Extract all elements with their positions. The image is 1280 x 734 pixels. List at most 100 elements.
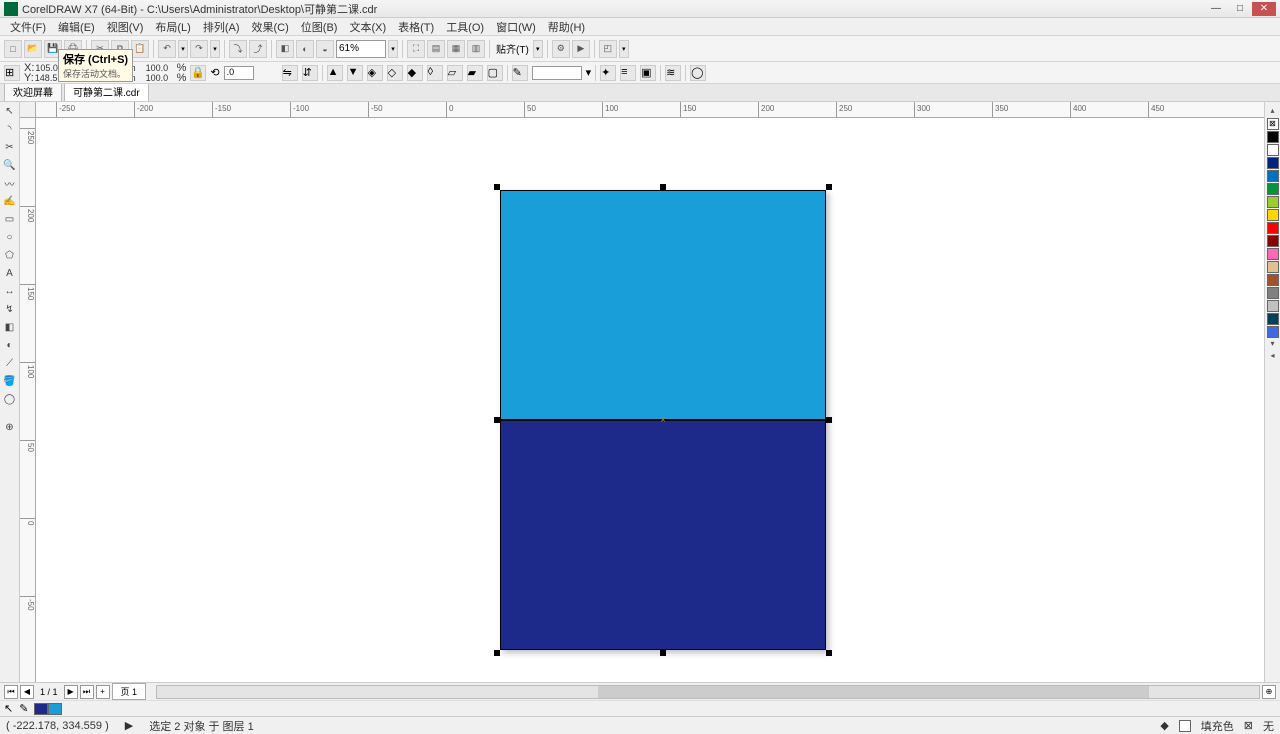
mirror-h-button[interactable]: ⇋ — [282, 65, 298, 81]
snap-label[interactable]: 贴齐(T) — [494, 41, 531, 56]
selection-handle-tc[interactable] — [660, 184, 666, 190]
group-button[interactable]: ▣ — [640, 65, 656, 81]
zoom-tool[interactable]: 🔍 — [1, 156, 19, 174]
selection-handle-mr[interactable] — [826, 417, 832, 423]
bottom-rectangle-shape[interactable] — [500, 420, 826, 650]
object-fill-swatch-1[interactable] — [34, 703, 48, 715]
intersect-button[interactable]: ◆ — [407, 65, 423, 81]
weld-button[interactable]: ◈ — [367, 65, 383, 81]
outline-pen-button[interactable]: ✎ — [512, 65, 528, 81]
connector-tool[interactable]: ↯ — [1, 300, 19, 318]
grid-button[interactable]: ▦ — [447, 40, 465, 58]
color-swatch-3[interactable] — [1267, 170, 1279, 182]
maximize-button[interactable]: □ — [1228, 2, 1252, 16]
corel-button[interactable]: ◐ — [296, 40, 314, 58]
mirror-v-button[interactable]: ⇵ — [302, 65, 318, 81]
hint-button[interactable]: ◰ — [599, 40, 617, 58]
menu-f[interactable]: 文件(F) — [4, 17, 52, 37]
edit-fill-button[interactable]: ◯ — [690, 65, 706, 81]
color-swatch-4[interactable] — [1267, 183, 1279, 195]
color-swatch-12[interactable] — [1267, 287, 1279, 299]
scale-y-input[interactable]: 100.0 — [146, 73, 176, 83]
guides-button[interactable]: ▥ — [467, 40, 485, 58]
zoom-dropdown[interactable]: ▾ — [388, 40, 398, 58]
color-swatch-5[interactable] — [1267, 196, 1279, 208]
eyedropper-tool[interactable]: ⟋ — [1, 354, 19, 372]
outline-tool[interactable]: ◯ — [1, 390, 19, 408]
doc-tab-0[interactable]: 欢迎屏幕 — [4, 81, 62, 101]
menu-e[interactable]: 编辑(E) — [52, 17, 101, 37]
add-page-button[interactable]: + — [96, 685, 110, 699]
parallel-dim-tool[interactable]: ↔ — [1, 282, 19, 300]
ellipse-tool[interactable]: ○ — [1, 228, 19, 246]
selection-handle-tl[interactable] — [494, 184, 500, 190]
page-tab-1[interactable]: 页 1 — [112, 683, 147, 700]
zoom-level-input[interactable]: 61% — [336, 40, 386, 58]
color-swatch-2[interactable] — [1267, 157, 1279, 169]
lock-ratio-button[interactable]: 🔒 — [190, 65, 206, 81]
quick-customize-button[interactable]: ⊕ — [1, 418, 19, 436]
selection-handle-tr[interactable] — [826, 184, 832, 190]
scale-x-input[interactable]: 100.0 — [146, 63, 176, 73]
redo-dropdown[interactable]: ▾ — [210, 40, 220, 58]
back-minus-front-button[interactable]: ▰ — [467, 65, 483, 81]
text-tool[interactable]: A — [1, 264, 19, 282]
redo-button[interactable]: ↷ — [190, 40, 208, 58]
undo-button[interactable]: ↶ — [158, 40, 176, 58]
publish-button[interactable]: ◧ — [276, 40, 294, 58]
no-fill-swatch[interactable]: ⊠ — [1267, 118, 1279, 130]
rulers-button[interactable]: ▤ — [427, 40, 445, 58]
palette-flyout-arrow[interactable]: ◂ — [1270, 351, 1274, 363]
selection-handle-bl[interactable] — [494, 650, 500, 656]
horizontal-ruler[interactable]: -250-200-150-100-50050100150200250300350… — [36, 102, 1264, 118]
fill-swatch[interactable] — [1179, 720, 1191, 732]
artistic-tool[interactable]: ✍ — [1, 192, 19, 210]
open-button[interactable]: 📂 — [24, 40, 42, 58]
convert-curves-button[interactable]: ≋ — [665, 65, 681, 81]
last-page-button[interactable]: ⏭ — [80, 685, 94, 699]
ruler-origin[interactable] — [20, 102, 36, 118]
menu-c[interactable]: 效果(C) — [246, 17, 295, 37]
object-origin-button[interactable]: ⊞ — [4, 65, 20, 81]
drop-shadow-tool[interactable]: ◧ — [1, 318, 19, 336]
color-swatch-8[interactable] — [1267, 235, 1279, 247]
object-fill-swatch-2[interactable] — [48, 703, 62, 715]
color-swatch-7[interactable] — [1267, 222, 1279, 234]
top-rectangle-shape[interactable] — [500, 190, 826, 420]
pick-tool[interactable]: ↖ — [1, 102, 19, 120]
rotation-input[interactable]: .0 — [224, 66, 254, 80]
menu-h[interactable]: 帮助(H) — [542, 17, 591, 37]
outline-width-select[interactable] — [532, 66, 582, 80]
color-swatch-11[interactable] — [1267, 274, 1279, 286]
app-launcher-button[interactable]: ▶ — [572, 40, 590, 58]
boundary-button[interactable]: ▢ — [487, 65, 503, 81]
to-back-button[interactable]: ▼ — [347, 65, 363, 81]
rectangle-tool[interactable]: ▭ — [1, 210, 19, 228]
color-swatch-6[interactable] — [1267, 209, 1279, 221]
menu-b[interactable]: 位图(B) — [295, 17, 344, 37]
minimize-button[interactable]: — — [1204, 2, 1228, 16]
color-swatch-13[interactable] — [1267, 300, 1279, 312]
paste-button[interactable]: 📋 — [131, 40, 149, 58]
selection-handle-br[interactable] — [826, 650, 832, 656]
trim-button[interactable]: ◇ — [387, 65, 403, 81]
close-button[interactable]: ✕ — [1252, 2, 1276, 16]
color-swatch-0[interactable] — [1267, 131, 1279, 143]
selection-handle-ml[interactable] — [494, 417, 500, 423]
export-button[interactable]: ⤴ — [249, 40, 267, 58]
freehand-tool[interactable]: 〰 — [1, 174, 19, 192]
front-minus-back-button[interactable]: ▱ — [447, 65, 463, 81]
menu-l[interactable]: 布局(L) — [149, 17, 196, 37]
launch-button[interactable]: ◒ — [316, 40, 334, 58]
color-swatch-9[interactable] — [1267, 248, 1279, 260]
first-page-button[interactable]: ⏮ — [4, 685, 18, 699]
drawing-canvas[interactable]: × — [36, 118, 1264, 682]
palette-down-arrow[interactable]: ▾ — [1270, 339, 1274, 351]
snap-dropdown[interactable]: ▾ — [533, 40, 543, 58]
outline-width-dropdown[interactable]: ▾ — [586, 66, 592, 79]
color-swatch-10[interactable] — [1267, 261, 1279, 273]
hint-dropdown[interactable]: ▾ — [619, 40, 629, 58]
selection-center[interactable]: × — [659, 416, 667, 424]
menu-o[interactable]: 工具(O) — [440, 17, 490, 37]
shape-tool[interactable]: ◝ — [1, 120, 19, 138]
